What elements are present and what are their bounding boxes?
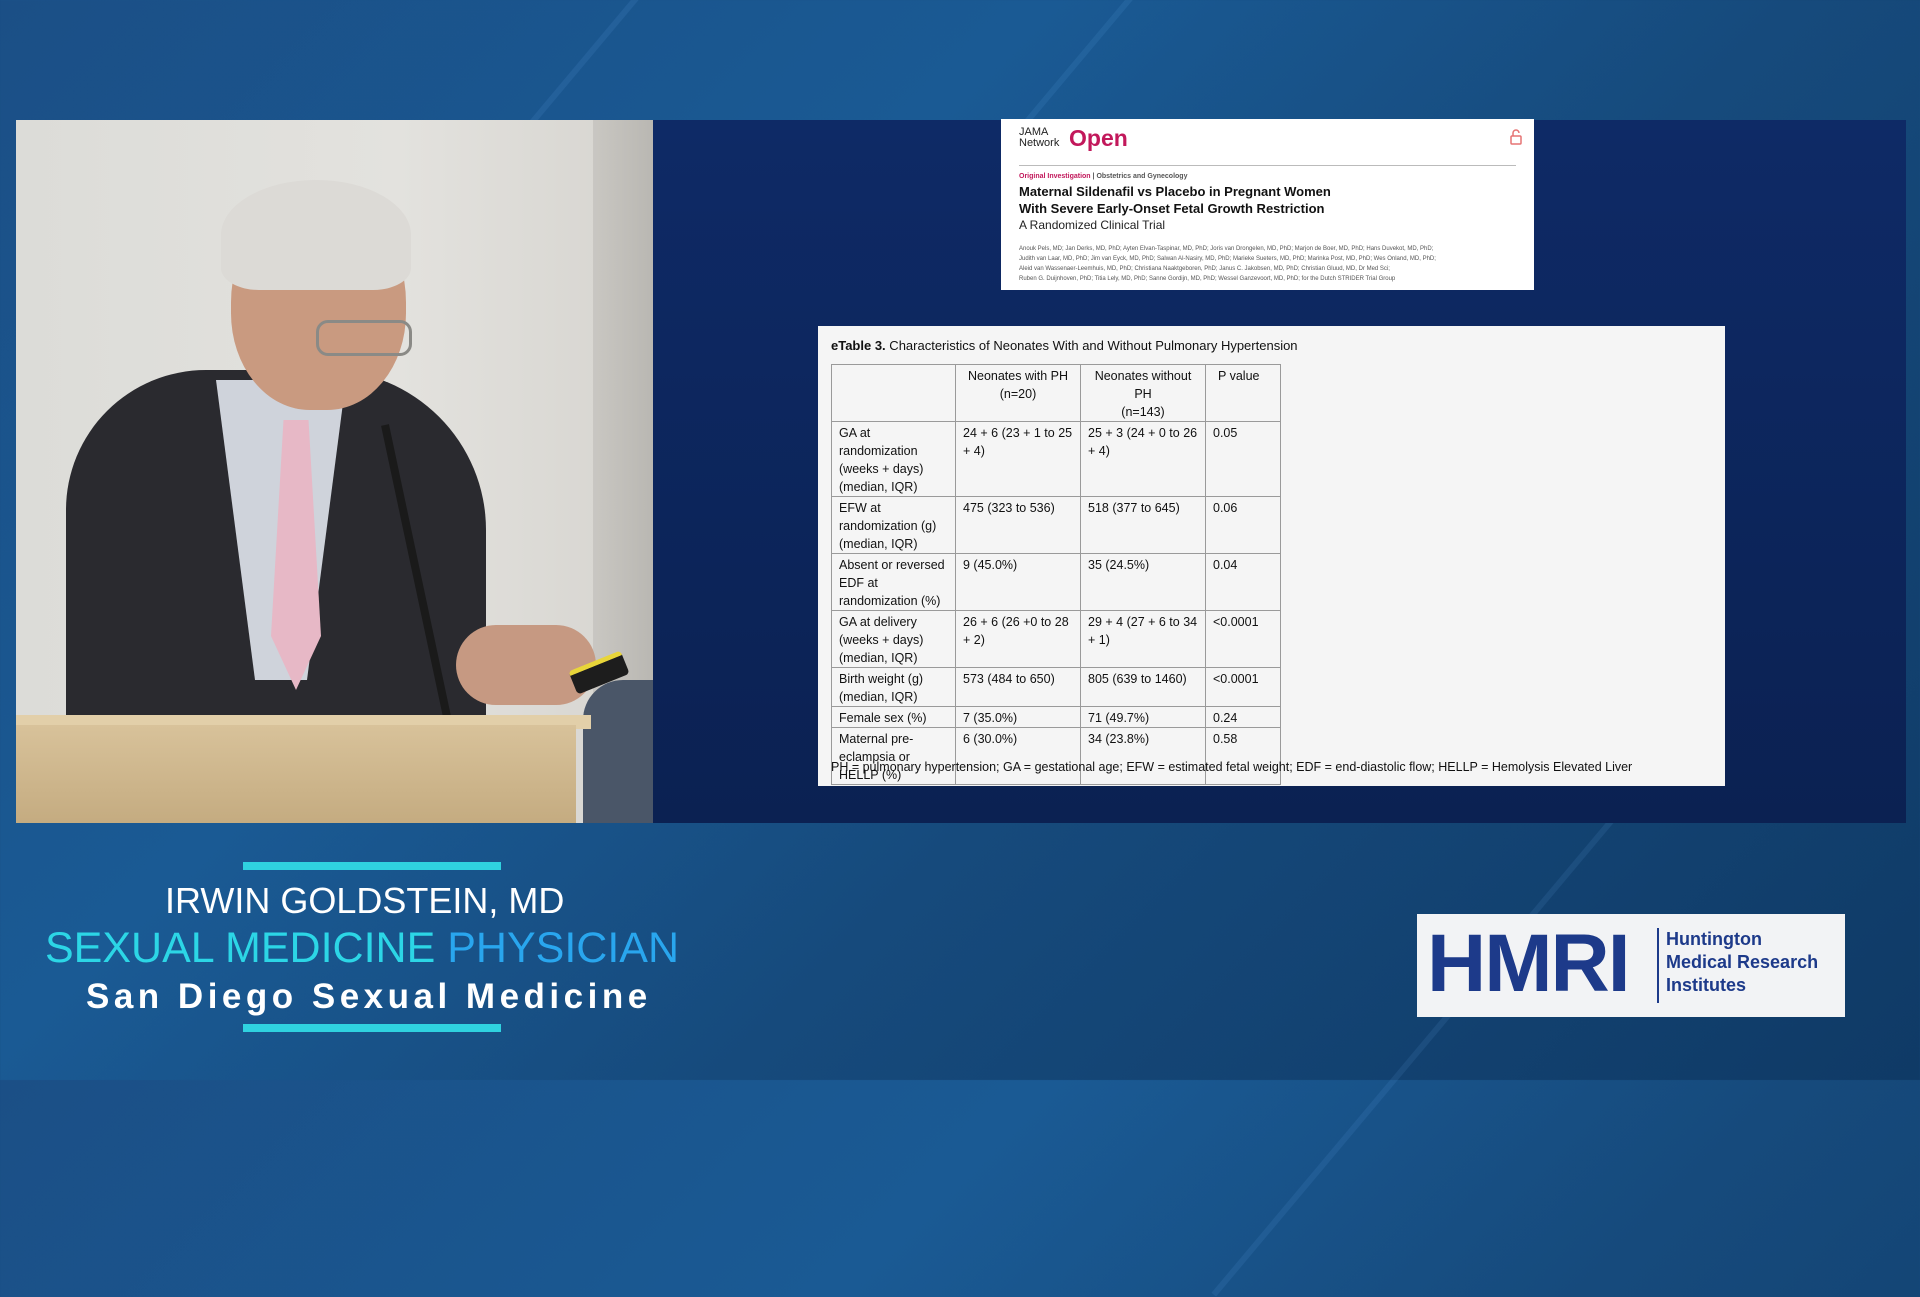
table-header-row: Neonates with PH (n=20) Neonates without… (831, 364, 1281, 422)
table-cell: 0.58 (1205, 727, 1281, 785)
neonate-characteristics-table: Neonates with PH (n=20) Neonates without… (831, 364, 1281, 785)
table-cell: 0.06 (1205, 496, 1281, 554)
table-cell: 0.24 (1205, 706, 1281, 728)
hmri-logo: HMRI Huntington Medical Research Institu… (1417, 914, 1845, 1017)
etable-title: eTable 3. Characteristics of Neonates Wi… (831, 338, 1298, 353)
authors-line: Ruben G. Duijnhoven, PhD; Titia Lely, MD… (1019, 276, 1396, 282)
header-rule (1019, 165, 1516, 166)
speaker-video (16, 120, 653, 823)
table-row: Maternal pre-eclampsia or HELLP (%) 6 (3… (831, 727, 1281, 785)
table-cell: 71 (49.7%) (1080, 706, 1206, 728)
table-cell: 518 (377 to 645) (1080, 496, 1206, 554)
article-type: Original Investigation (1019, 173, 1091, 180)
speaker-organization: San Diego Sexual Medicine (86, 977, 652, 1016)
article-subtitle: A Randomized Clinical Trial (1019, 218, 1166, 232)
logo-separator (1657, 928, 1659, 1003)
etable-label: eTable 3. (831, 338, 886, 353)
logo-text-line: Medical Research (1666, 952, 1819, 972)
table-cell: 35 (24.5%) (1080, 553, 1206, 611)
speaker-role: SEXUAL MEDICINE PHYSICIAN (45, 924, 679, 973)
table-cell: 0.05 (1205, 421, 1281, 497)
speaker-role-part: SEXUAL MEDICINE (45, 924, 448, 972)
table-cell: Maternal pre-eclampsia or HELLP (%) (831, 727, 956, 785)
table-cell: <0.0001 (1205, 667, 1281, 707)
speaker-name: IRWIN GOLDSTEIN, MD (165, 880, 565, 921)
speaker-hair (221, 180, 411, 290)
table-cell: EFW at randomization (g) (median, IQR) (831, 496, 956, 554)
table-cell: 6 (30.0%) (955, 727, 1081, 785)
table-row: Absent or reversed EDF at randomization … (831, 553, 1281, 611)
article-authors: Anouk Pels, MD; Jan Derks, MD, PhD; Ayte… (1019, 244, 1519, 284)
table-cell: 805 (639 to 1460) (1080, 667, 1206, 707)
table-cell: <0.0001 (1205, 610, 1281, 668)
article-header: JAMA Network Open Original Investigation… (1001, 119, 1534, 290)
authors-line: Anouk Pels, MD; Jan Derks, MD, PhD; Ayte… (1019, 246, 1434, 252)
etable-panel: eTable 3. Characteristics of Neonates Wi… (818, 326, 1725, 786)
chair (583, 680, 653, 823)
table-cell: 573 (484 to 650) (955, 667, 1081, 707)
speaker-hands (456, 625, 596, 705)
hmri-logo-text: Huntington Medical Research Institutes (1666, 928, 1818, 997)
table-cell: 24 + 6 (23 + 1 to 25 + 4) (955, 421, 1081, 497)
journal-name-open: Open (1069, 125, 1128, 151)
logo-text-line: Institutes (1666, 975, 1747, 995)
table-footnote: PH = pulmonary hypertension; GA = gestat… (831, 760, 1633, 774)
table-header-cell: Neonates with PH (n=20) (955, 364, 1081, 422)
table-row: Female sex (%) 7 (35.0%) 71 (49.7%) 0.24 (831, 706, 1281, 728)
table-cell: Female sex (%) (831, 706, 956, 728)
speaker-role-part: PHYSICIAN (447, 924, 680, 972)
hmri-logo-mark: HMRI (1427, 918, 1631, 1009)
article-title-line: With Severe Early-Onset Fetal Growth Res… (1019, 201, 1325, 216)
table-header-cell (831, 364, 956, 422)
table-row: Birth weight (g) (median, IQR) 573 (484 … (831, 667, 1281, 707)
open-access-lock-icon (1510, 129, 1522, 145)
table-header-cell: P value (1205, 364, 1281, 422)
table-cell: GA at randomization (weeks + days) (medi… (831, 421, 956, 497)
table-cell: 29 + 4 (27 + 6 to 34 + 1) (1080, 610, 1206, 668)
table-cell: 9 (45.0%) (955, 553, 1081, 611)
table-cell: Absent or reversed EDF at randomization … (831, 553, 956, 611)
authors-line: Aleid van Wassenaer-Leemhuis, MD, PhD; C… (1019, 266, 1390, 272)
table-row: GA at randomization (weeks + days) (medi… (831, 421, 1281, 497)
table-cell: Birth weight (g) (median, IQR) (831, 667, 956, 707)
table-cell: 475 (323 to 536) (955, 496, 1081, 554)
table-cell: 26 + 6 (26 +0 to 28 + 2) (955, 610, 1081, 668)
article-title: Maternal Sildenafil vs Placebo in Pregna… (1019, 183, 1519, 217)
logo-text-line: Huntington (1666, 929, 1762, 949)
authors-line: Judith van Laar, MD, PhD; Jim van Eyck, … (1019, 256, 1436, 262)
table-cell: 0.04 (1205, 553, 1281, 611)
table-cell: 25 + 3 (24 + 0 to 26 + 4) (1080, 421, 1206, 497)
accent-bar-top (243, 862, 501, 870)
journal-name-small: JAMA Network (1019, 126, 1060, 149)
article-category: Original Investigation | Obstetrics and … (1019, 173, 1187, 180)
podium (16, 725, 576, 823)
speaker-glasses (316, 320, 412, 356)
etable-caption: Characteristics of Neonates With and Wit… (885, 338, 1298, 353)
article-title-line: Maternal Sildenafil vs Placebo in Pregna… (1019, 184, 1331, 199)
table-row: EFW at randomization (g) (median, IQR) 4… (831, 496, 1281, 554)
article-field: Obstetrics and Gynecology (1096, 173, 1188, 180)
table-header-cell: Neonates without PH (n=143) (1080, 364, 1206, 422)
accent-bar-bottom (243, 1024, 501, 1032)
table-row: GA at delivery (weeks + days) (median, I… (831, 610, 1281, 668)
table-cell: 7 (35.0%) (955, 706, 1081, 728)
table-cell: GA at delivery (weeks + days) (median, I… (831, 610, 956, 668)
table-cell: 34 (23.8%) (1080, 727, 1206, 785)
